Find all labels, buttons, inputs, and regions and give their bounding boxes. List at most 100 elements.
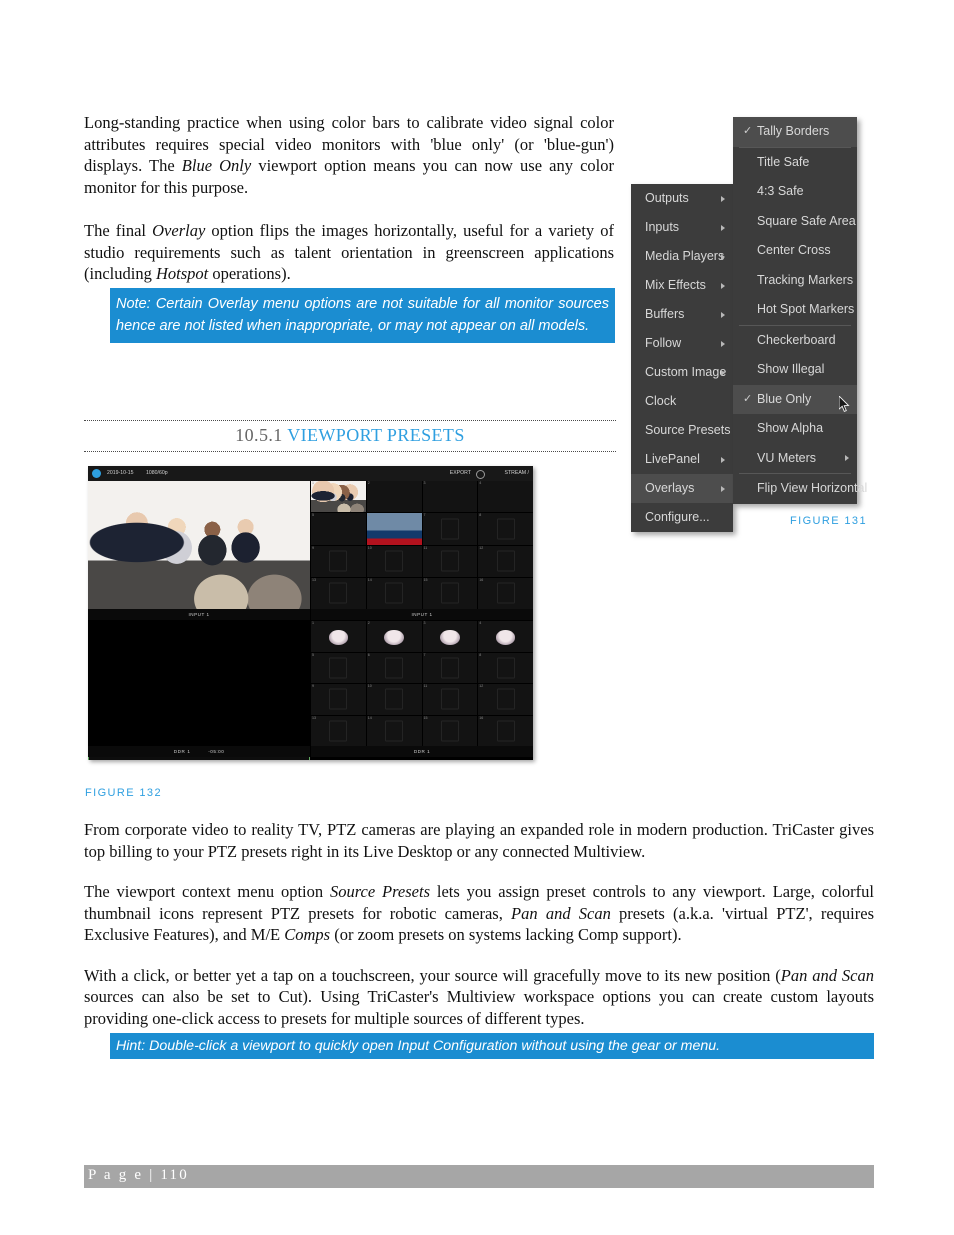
paragraph-2-emph-a: Overlay: [152, 221, 206, 240]
overlay-item-show-alpha[interactable]: Show Alpha: [733, 414, 857, 444]
preset-cell[interactable]: 8: [478, 513, 533, 545]
overlay-item-label: Hot Spot Markers: [757, 302, 855, 316]
preset-cell[interactable]: 11: [422, 545, 478, 577]
note-callout: Note: Certain Overlay menu options are n…: [110, 288, 615, 343]
chevron-right-icon: [721, 253, 725, 260]
viewport-context-menu[interactable]: Outputs Inputs Media Players Mix Effects Buf…: [631, 184, 733, 532]
menu-item-custom-image[interactable]: Custom Image: [631, 358, 733, 387]
menu-item-source-presets[interactable]: Source Presets: [631, 416, 733, 445]
preset-cell[interactable]: 6: [366, 513, 422, 545]
preset-cell[interactable]: 1: [311, 481, 366, 513]
preset-thumb: [478, 481, 533, 512]
chevron-right-icon: [721, 485, 725, 492]
empty-preset-icon: [496, 688, 515, 710]
overlay-item-hot-spot-markers[interactable]: Hot Spot Markers: [733, 295, 857, 325]
preset-cell[interactable]: 9: [311, 545, 366, 577]
section-heading: 10.5.1 VIEWPORT PRESETS: [84, 420, 616, 452]
preset-cell[interactable]: 10: [366, 545, 422, 577]
preset-cell[interactable]: 2: [366, 481, 422, 513]
menu-item-outputs[interactable]: Outputs: [631, 184, 733, 213]
menu-item-label: Inputs: [645, 220, 680, 234]
check-icon: ✓: [743, 392, 753, 405]
menu-item-label: LivePanel: [645, 452, 700, 466]
preset-cell[interactable]: 1: [311, 621, 366, 652]
menu-item-mix-effects[interactable]: Mix Effects: [631, 271, 733, 300]
empty-preset-icon: [440, 688, 459, 710]
menu-item-follow[interactable]: Follow: [631, 329, 733, 358]
preset-cell[interactable]: 12: [478, 545, 533, 577]
empty-preset-icon: [385, 550, 404, 572]
menu-item-livepanel[interactable]: LivePanel: [631, 445, 733, 474]
empty-preset-icon: [440, 518, 459, 540]
preset-cell[interactable]: 10: [366, 684, 422, 715]
preset-cell[interactable]: 3: [422, 621, 478, 652]
overlay-item-label: Show Alpha: [757, 421, 824, 435]
empty-preset-icon: [385, 688, 404, 710]
preset-cell[interactable]: 3: [422, 481, 478, 513]
overlay-item-blue-only[interactable]: ✓ Blue Only: [733, 384, 857, 414]
menu-item-clock[interactable]: Clock: [631, 387, 733, 416]
paragraph-4-emph-a: Source Presets: [329, 882, 431, 901]
preset-cell[interactable]: 8: [478, 652, 533, 683]
preset-cell[interactable]: 4: [478, 621, 533, 652]
overlay-item-show-illegal[interactable]: Show Illegal: [733, 355, 857, 385]
overlay-item-checkerboard[interactable]: Checkerboard: [733, 326, 857, 356]
figure-131-caption: FIGURE 131: [790, 515, 867, 527]
preset-cell[interactable]: 5: [311, 652, 366, 683]
preset-cell[interactable]: 15: [422, 577, 478, 609]
preset-cell[interactable]: 15: [422, 715, 478, 746]
preset-cell-number: 4: [479, 621, 482, 625]
export-button[interactable]: EXPORT: [450, 466, 471, 481]
preset-cell-number: 3: [423, 481, 426, 485]
preset-cell-number: 15: [423, 577, 428, 582]
preset-cell[interactable]: 13: [311, 577, 366, 609]
stream-button[interactable]: STREAM /: [505, 466, 530, 481]
preset-thumb: [311, 513, 366, 544]
empty-preset-icon: [329, 657, 348, 679]
preset-cell[interactable]: 13: [311, 715, 366, 746]
preset-cell-number: 5: [312, 513, 314, 518]
preset-cell[interactable]: 9: [311, 684, 366, 715]
preset-grid-input-1[interactable]: 1 2 3 4 5 6 7 8 9 10 11 12 13 14 15 16: [311, 481, 533, 609]
overlay-item-tracking-markers[interactable]: Tracking Markers: [733, 266, 857, 296]
menu-item-overlays[interactable]: Overlays: [631, 474, 733, 503]
preset-cell[interactable]: 11: [422, 684, 478, 715]
preset-cell[interactable]: 14: [366, 715, 422, 746]
preset-cell[interactable]: 5: [311, 513, 366, 545]
menu-item-configure[interactable]: Configure...: [631, 503, 733, 532]
empty-preset-icon: [440, 657, 459, 679]
preset-cell[interactable]: 7: [422, 513, 478, 545]
overlay-item-square-safe-area[interactable]: Square Safe Area: [733, 207, 857, 237]
overlay-item-title-safe[interactable]: Title Safe: [733, 148, 857, 178]
figure-132-multiview-screenshot: 2019-10-15 1080/60p EXPORT STREAM / INPU…: [88, 466, 533, 760]
menu-item-label: Follow: [645, 336, 682, 350]
menu-item-label: Custom Image: [645, 365, 727, 379]
empty-preset-icon: [496, 657, 515, 679]
preset-cell[interactable]: 2: [366, 621, 422, 652]
empty-preset-icon: [440, 582, 459, 604]
viewport-input-1-large[interactable]: [88, 481, 310, 609]
check-icon: ✓: [743, 125, 753, 137]
menu-item-inputs[interactable]: Inputs: [631, 213, 733, 242]
gear-icon[interactable]: [476, 470, 485, 479]
lower-text-block: From corporate video to reality TV, PTZ …: [84, 819, 874, 1045]
preset-cell[interactable]: 16: [478, 715, 533, 746]
menu-item-media-players[interactable]: Media Players: [631, 242, 733, 271]
preset-grid-label-input-1: INPUT 1: [311, 609, 533, 620]
preset-cell[interactable]: 4: [478, 481, 533, 513]
overlay-item-4-3-safe[interactable]: 4:3 Safe: [733, 177, 857, 207]
menu-item-buffers[interactable]: Buffers: [631, 300, 733, 329]
ddr-transport-bar[interactable]: DDR 1 -05:00: [88, 746, 310, 757]
preset-cell[interactable]: 14: [366, 577, 422, 609]
preset-cell[interactable]: 6: [366, 652, 422, 683]
preset-grid-ddr-1[interactable]: 1 2 3 4 5 6 7 8 9 10 11 12 13 14 15 16: [311, 621, 533, 746]
chevron-right-icon: [721, 456, 725, 463]
overlay-item-center-cross[interactable]: Center Cross: [733, 236, 857, 266]
preset-cell[interactable]: 7: [422, 652, 478, 683]
overlays-submenu[interactable]: ✓ Tally Borders Title Safe 4:3 Safe Square S…: [733, 117, 867, 504]
overlay-item-vu-meters[interactable]: VU Meters: [733, 444, 857, 474]
preset-cell[interactable]: 12: [478, 684, 533, 715]
overlay-item-tally-borders[interactable]: ✓ Tally Borders: [733, 117, 857, 147]
overlay-item-flip-view-horizontal[interactable]: Flip View Horizontal: [733, 474, 867, 504]
preset-cell[interactable]: 16: [478, 577, 533, 609]
